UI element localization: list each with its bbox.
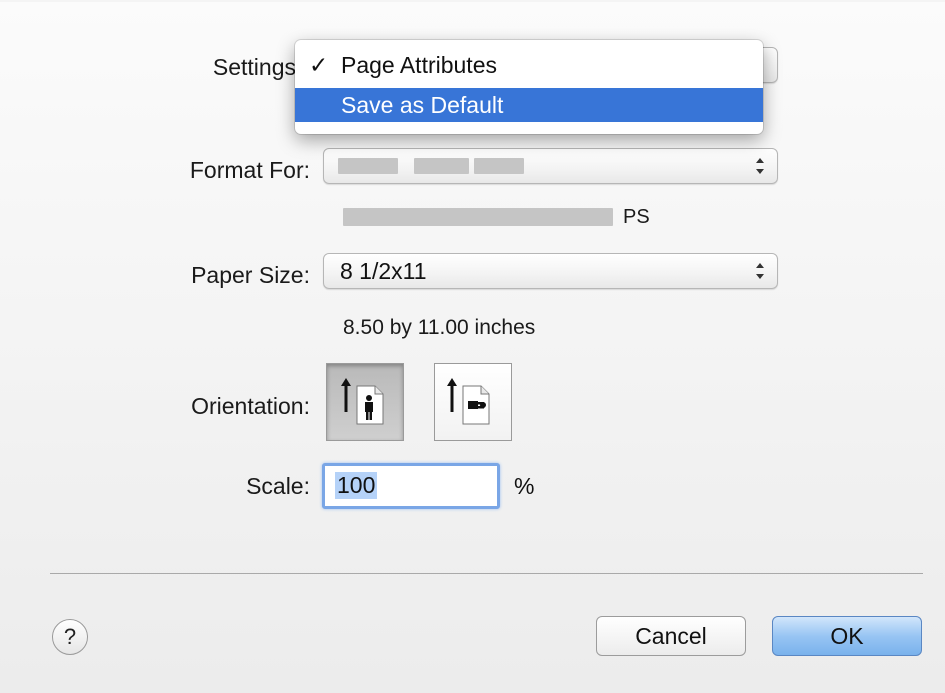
orientation-landscape-button[interactable] [434, 363, 512, 441]
paper-size-label: Paper Size: [191, 262, 310, 288]
printer-description-redacted [343, 208, 613, 226]
paper-size-popup[interactable]: 8 1/2x11 [323, 253, 778, 289]
ok-button[interactable]: OK [772, 616, 922, 656]
divider [50, 573, 923, 574]
printer-name-redacted-2 [414, 158, 469, 174]
format-for-popup[interactable] [323, 148, 778, 184]
menu-item-label: Save as Default [341, 92, 504, 118]
cancel-button[interactable]: Cancel [596, 616, 746, 656]
chevron-updown-icon [756, 158, 764, 174]
settings-dropdown-menu: ✓ Page Attributes Save as Default [295, 40, 763, 134]
help-button[interactable]: ? [52, 619, 88, 655]
settings-label: Settings [212, 54, 296, 80]
orientation-label: Orientation: [191, 393, 310, 419]
scale-unit: % [514, 473, 535, 499]
landscape-orientation-icon [447, 378, 490, 425]
scale-input[interactable]: 100 [322, 463, 500, 509]
scale-value: 100 [335, 472, 378, 499]
menu-item-save-as-default[interactable]: Save as Default [295, 88, 763, 122]
checkmark-icon: ✓ [309, 52, 329, 78]
scale-label: Scale: [246, 473, 310, 499]
chevron-updown-icon [756, 263, 764, 279]
printer-name-redacted [338, 158, 398, 174]
paper-size-value: 8 1/2x11 [340, 258, 427, 284]
menu-item-page-attributes[interactable]: ✓ Page Attributes [295, 48, 763, 82]
format-for-label: Format For: [189, 157, 310, 183]
menu-item-label: Page Attributes [341, 52, 497, 78]
portrait-orientation-icon [341, 378, 384, 425]
printer-description-row: PS [343, 206, 663, 232]
printer-description-suffix: PS [623, 206, 650, 228]
printer-name-redacted-3 [474, 158, 524, 174]
paper-dimensions: 8.50 by 11.00 inches [343, 316, 536, 339]
orientation-portrait-button[interactable] [326, 363, 404, 441]
page-setup-dialog: Settings Format For: PS Paper Size: 8 1/… [0, 0, 945, 693]
